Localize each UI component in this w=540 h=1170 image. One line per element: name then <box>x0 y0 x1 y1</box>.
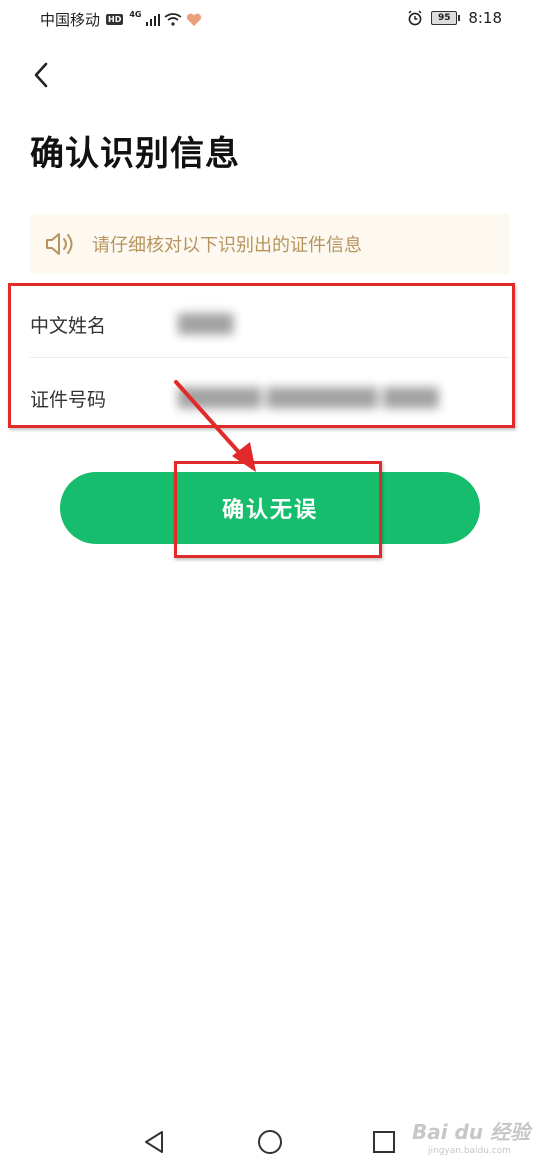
carrier-name: 中国移动 <box>40 11 101 29</box>
watermark-url: jingyan.baidu.com <box>428 1146 512 1156</box>
triangle-back-icon <box>145 1131 163 1153</box>
battery-indicator: 95 <box>431 11 461 25</box>
chevron-left-icon <box>34 62 48 88</box>
network-type: 4G <box>129 10 142 19</box>
battery-tip <box>458 15 461 21</box>
notice-banner: 请仔细核对以下识别出的证件信息 <box>30 214 510 274</box>
back-button[interactable] <box>24 58 58 92</box>
alarm-icon <box>408 10 422 26</box>
square-recent-icon <box>373 1131 395 1153</box>
watermark-main: Bai du 经验 <box>412 1120 531 1144</box>
baidu-watermark: Bai du 经验 jingyan.baidu.com <box>412 1106 532 1162</box>
signal-icon <box>145 13 160 26</box>
nav-back-button[interactable] <box>136 1124 172 1160</box>
annotation-arrow <box>174 380 256 472</box>
status-left: 中国移动 HD 4G <box>40 9 202 30</box>
notice-text: 请仔细核对以下识别出的证件信息 <box>92 235 362 256</box>
status-right: 95 8:18 <box>407 9 502 27</box>
heart-icon <box>186 13 201 26</box>
hd-badge: HD <box>106 14 124 25</box>
circle-home-icon <box>258 1130 282 1154</box>
page-title: 确认识别信息 <box>30 134 240 174</box>
annotation-box-fields <box>8 283 515 428</box>
status-bar: 中国移动 HD 4G 95 8:18 <box>0 0 540 38</box>
speaker-icon <box>44 229 78 259</box>
clock-time: 8:18 <box>468 9 502 27</box>
nav-home-button[interactable] <box>252 1124 288 1160</box>
nav-recent-button[interactable] <box>366 1124 402 1160</box>
wifi-icon <box>164 13 181 26</box>
battery-level: 95 <box>431 11 458 25</box>
annotation-box-button <box>174 461 382 558</box>
